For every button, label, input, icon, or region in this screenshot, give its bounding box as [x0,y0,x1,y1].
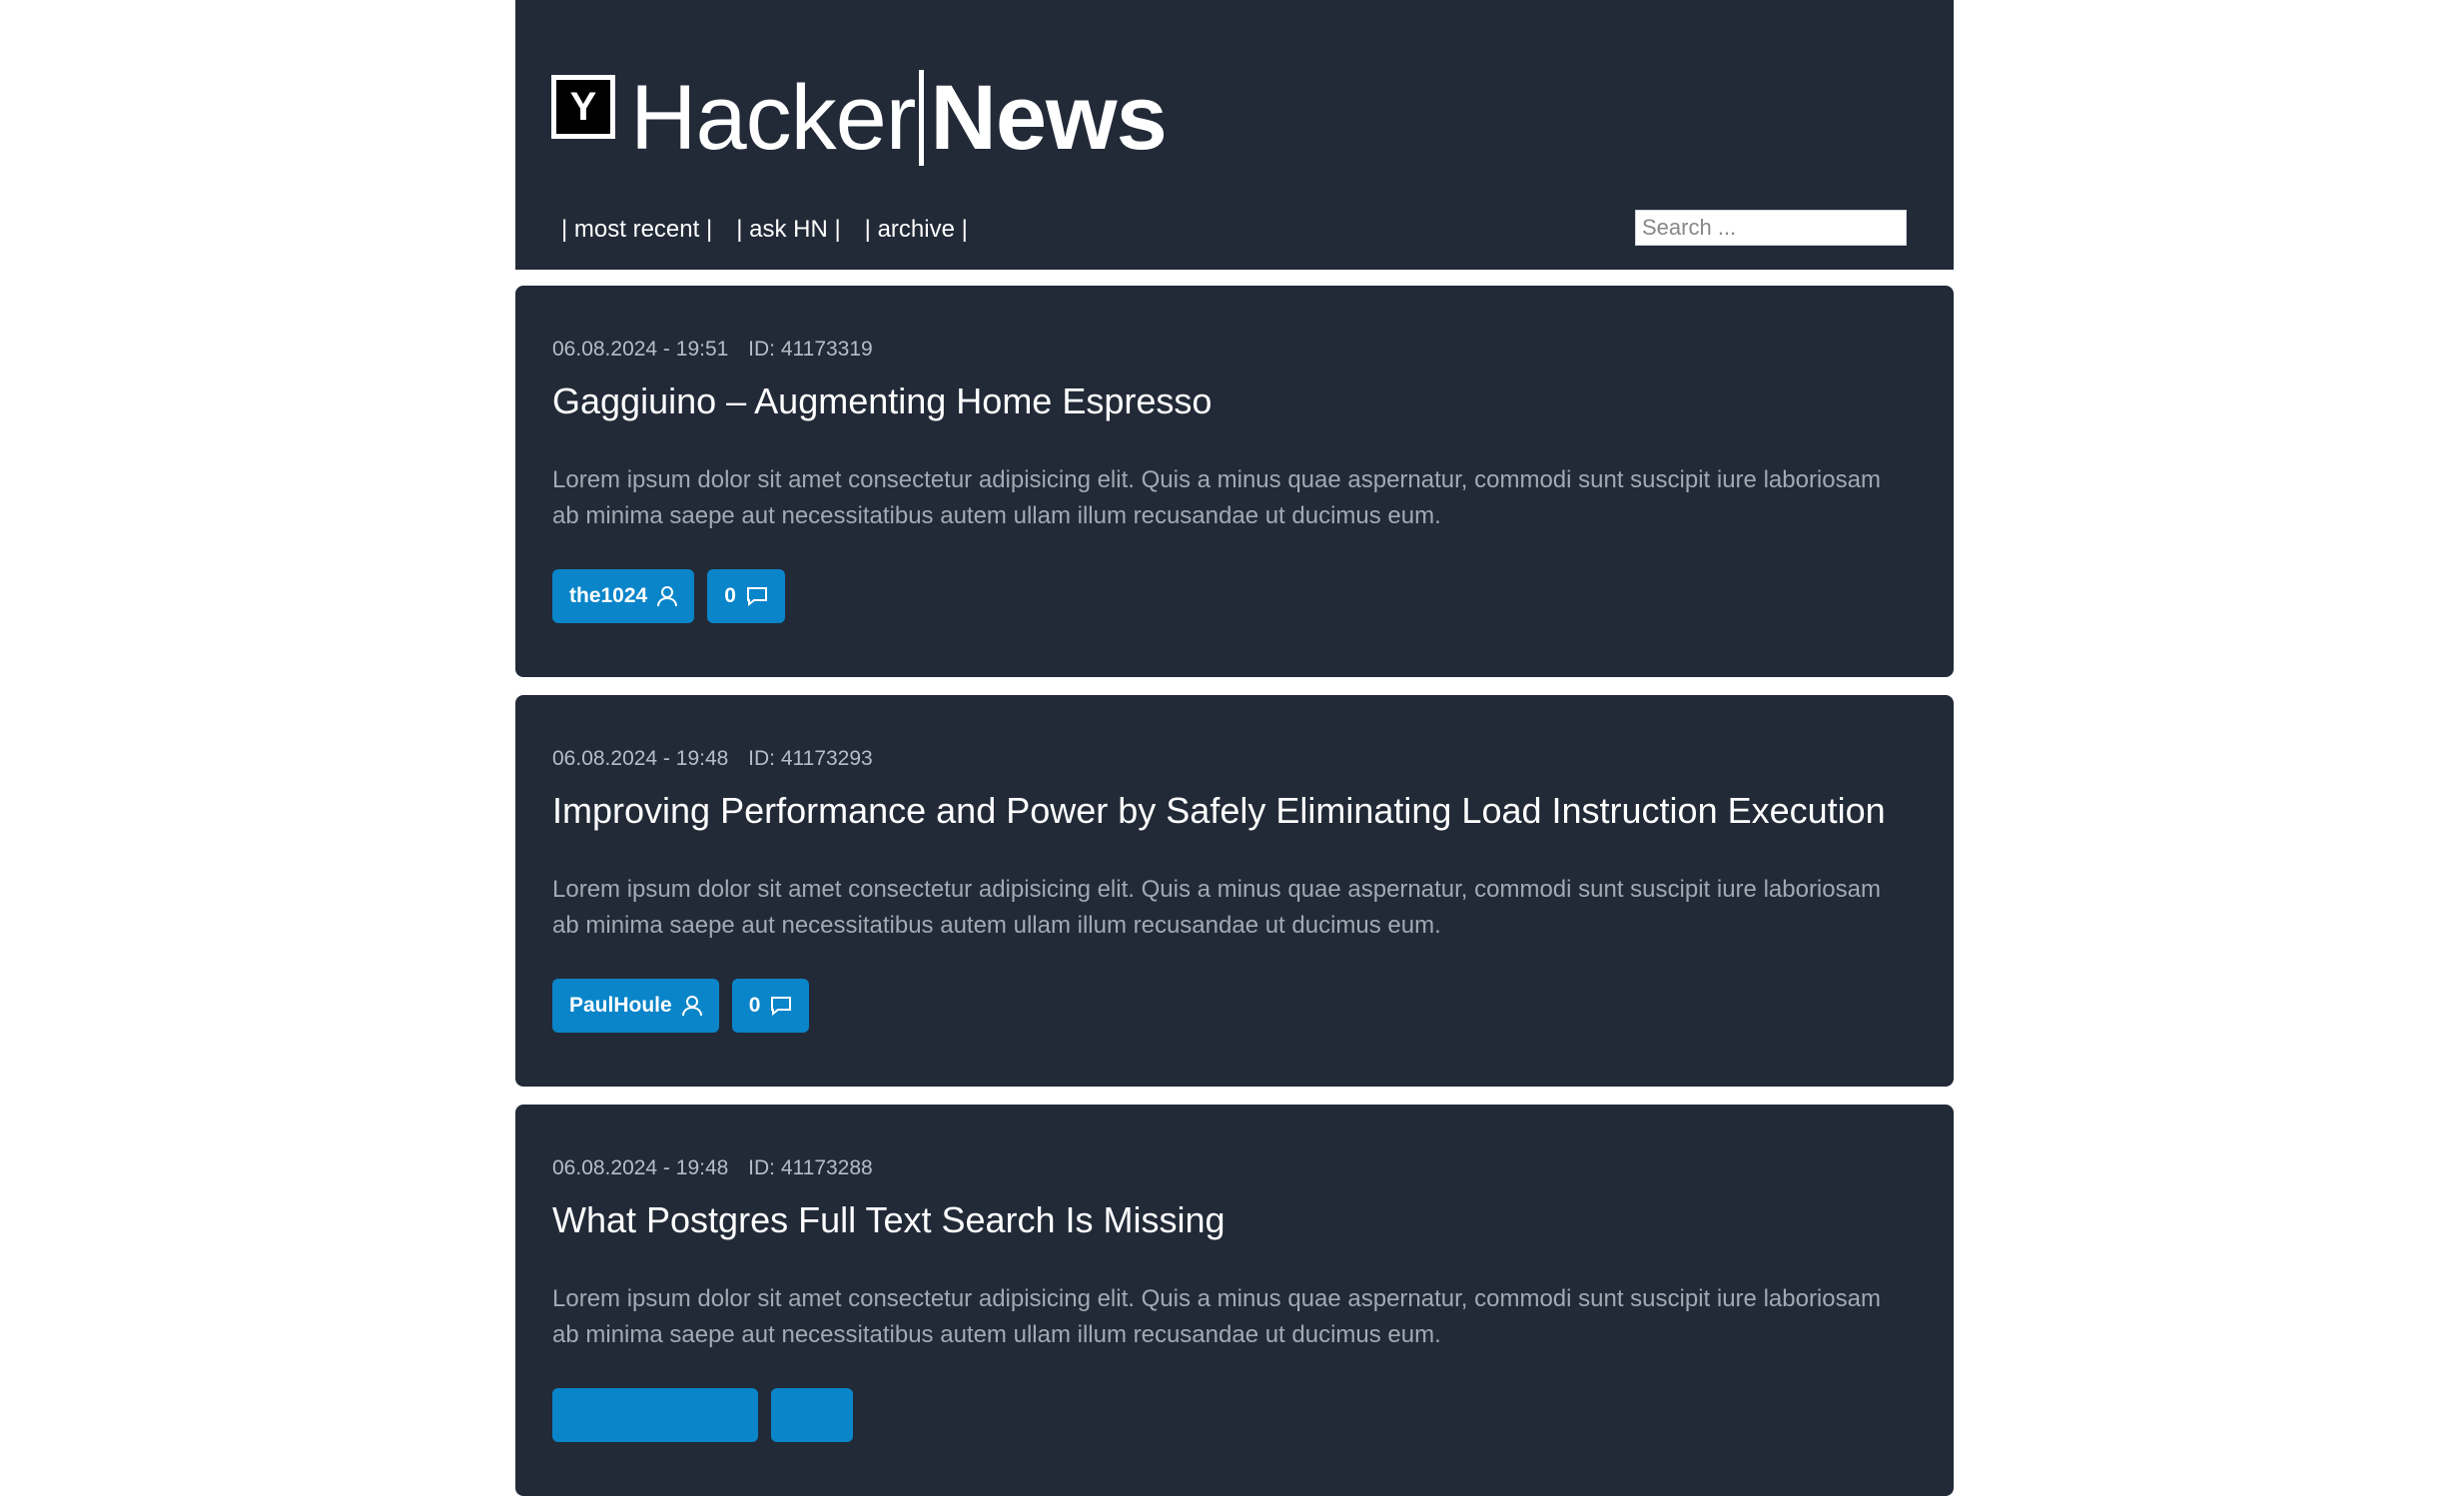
post-date: 06.08.2024 - 19:48 [552,747,729,770]
post-card: 06.08.2024 - 19:48 ID: 41173288 What Pos… [515,1105,1954,1496]
nav-archive[interactable]: | archive | [865,212,968,248]
page: Y Hacker News | most recent | | ask HN |… [515,0,1954,1496]
nav-ask-hn[interactable]: | ask HN | [736,212,840,248]
author-name: the1024 [569,584,648,607]
comments-button[interactable]: 0 [731,979,810,1033]
site-title-regular: Hacker [630,67,916,169]
post-title[interactable]: Improving Performance and Power by Safel… [552,787,1886,835]
post-meta: 06.08.2024 - 19:51 ID: 41173319 [552,336,873,364]
comment-icon [746,587,767,606]
post-date: 06.08.2024 - 19:48 [552,1156,729,1179]
nav-most-recent[interactable]: | most recent | [561,212,712,248]
post-id: ID: 41173293 [748,747,873,770]
title-divider [919,70,925,166]
search-input[interactable] [1635,210,1907,246]
comment-count: 0 [724,584,736,607]
site-title-bold: News [930,67,1167,169]
post-tags: the1024 0 [552,569,785,623]
site-logo[interactable]: Y Hacker News [551,67,1168,169]
comment-icon [771,997,792,1016]
post-card: 06.08.2024 - 19:48 ID: 41173293 Improvin… [515,695,1954,1087]
main-nav: | most recent | | ask HN | | archive | [561,212,968,248]
post-tags: PaulHoule 0 [552,979,810,1033]
post-id: ID: 41173319 [748,338,873,361]
post-description: Lorem ipsum dolor sit amet consectetur a… [552,876,1881,939]
comments-button[interactable]: 0 [707,569,785,623]
post-meta: 06.08.2024 - 19:48 ID: 41173293 [552,745,873,773]
post-title[interactable]: Gaggiuino – Augmenting Home Espresso [552,377,1212,425]
post-date: 06.08.2024 - 19:51 [552,338,729,361]
author-name: PaulHoule [569,994,672,1017]
post-tags [552,1388,853,1442]
user-icon [657,586,678,607]
author-button[interactable]: the1024 [552,569,695,623]
post-meta: 06.08.2024 - 19:48 ID: 41173288 [552,1154,873,1182]
comment-count: 0 [748,994,761,1017]
user-icon [681,996,702,1017]
site-title: Hacker News [630,67,1168,169]
post-title[interactable]: What Postgres Full Text Search Is Missin… [552,1196,1226,1244]
y-logo-icon: Y [551,75,615,139]
site-header: Y Hacker News | most recent | | ask HN |… [515,0,1954,270]
post-description: Lorem ipsum dolor sit amet consectetur a… [552,466,1881,529]
post-description: Lorem ipsum dolor sit amet consectetur a… [552,1285,1881,1348]
comments-button[interactable] [771,1388,853,1442]
author-button[interactable] [552,1388,758,1442]
post-card: 06.08.2024 - 19:51 ID: 41173319 Gaggiuin… [515,286,1954,677]
post-id: ID: 41173288 [748,1156,873,1179]
author-button[interactable]: PaulHoule [552,979,719,1033]
